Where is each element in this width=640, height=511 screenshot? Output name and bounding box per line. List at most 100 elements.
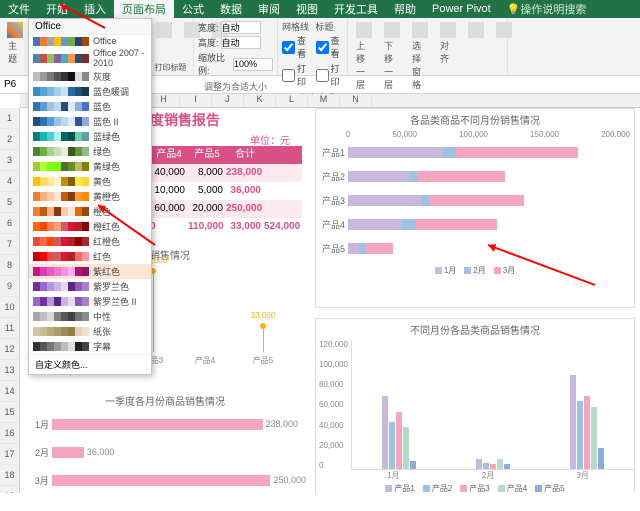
rotate-button[interactable] (492, 20, 516, 93)
color-theme-option[interactable]: 字幕 (29, 339, 151, 354)
col-header[interactable]: J (212, 94, 244, 107)
headings-label: 标题 (316, 20, 344, 33)
align-button[interactable]: 对齐 (436, 20, 460, 93)
row-header[interactable]: 16 (0, 423, 20, 444)
col-header[interactable]: M (308, 94, 340, 107)
row-header[interactable]: 15 (0, 402, 20, 423)
bar: 3月250,000 (24, 471, 306, 489)
col-header[interactable]: H (148, 94, 180, 107)
color-theme-option[interactable]: 紫罗兰色 II (29, 294, 151, 309)
lollipop-point: 33,000产品5 (260, 323, 266, 352)
color-theme-option[interactable]: 黄色 (29, 174, 151, 189)
col-header[interactable]: I (180, 94, 212, 107)
row-header[interactable]: 7 (0, 234, 20, 255)
tab-home[interactable]: 开始 (38, 0, 76, 18)
row-header[interactable]: 14 (0, 381, 20, 402)
chart-stacked-bar[interactable]: 各品类商品不同月份销售情况 050,000100,000150,000200,0… (315, 108, 635, 308)
send-backward-button[interactable]: 下移一层 (380, 20, 404, 93)
gridlines-view-check[interactable] (282, 41, 295, 54)
color-theme-option[interactable]: 纸张 (29, 324, 151, 339)
table-row: 0110,00033,000524,000 (150, 218, 302, 236)
gridlines-label: 网格线 (282, 20, 310, 33)
scale-input[interactable] (233, 58, 273, 71)
row-header[interactable]: 2 (0, 129, 20, 150)
gridlines-print-check[interactable] (282, 69, 295, 82)
color-theme-option[interactable]: 蓝色暖调 (29, 84, 151, 99)
tab-insert[interactable]: 插入 (76, 0, 114, 18)
tab-page-layout[interactable]: 页面布局 (114, 0, 174, 18)
color-theme-option[interactable]: 绿色 (29, 144, 151, 159)
th-product4: 产品4 (150, 146, 188, 164)
color-theme-option[interactable]: 黄橙色 (29, 189, 151, 204)
row-header[interactable]: 13 (0, 360, 20, 381)
width-input[interactable] (221, 21, 261, 34)
chart-monthly-bar[interactable]: 一季度各月份商品销售情况 1月238,0002月36,0003月250,000 (20, 390, 310, 493)
table-row: 10,0005,00036,000 (150, 182, 302, 200)
custom-colors-button[interactable]: 自定义颜色... (29, 354, 151, 374)
color-theme-option[interactable]: 红色 (29, 249, 151, 264)
row-header[interactable]: 8 (0, 255, 20, 276)
color-theme-option[interactable]: 橙色 (29, 204, 151, 219)
bring-forward-button[interactable]: 上移一层 (352, 20, 376, 93)
breaks-icon (156, 22, 172, 38)
row-header[interactable]: 12 (0, 339, 20, 360)
row-header[interactable]: 9 (0, 276, 20, 297)
bring-forward-icon (356, 22, 372, 38)
row-header[interactable]: 1 (0, 108, 20, 129)
selection-pane-button[interactable]: 选择窗格 (408, 20, 432, 93)
col-header[interactable]: N (340, 94, 372, 107)
row-header[interactable]: 18 (0, 465, 20, 486)
bar: 产品3 (320, 191, 628, 209)
row-header[interactable]: 5 (0, 192, 20, 213)
height-input[interactable] (221, 36, 261, 49)
headings-view-check[interactable] (316, 41, 329, 54)
rotate-icon (496, 22, 512, 38)
table-row: 40,0008,000238,000 (150, 164, 302, 182)
color-theme-option[interactable]: 蓝绿色 (29, 129, 151, 144)
group-icon (468, 22, 484, 38)
tab-review[interactable]: 审阅 (250, 0, 288, 18)
tab-data[interactable]: 数据 (212, 0, 250, 18)
tab-developer[interactable]: 开发工具 (326, 0, 386, 18)
color-theme-option[interactable]: Office 2007 - 2010 (29, 47, 151, 69)
row-header[interactable]: 4 (0, 171, 20, 192)
tab-formulas[interactable]: 公式 (174, 0, 212, 18)
tell-me[interactable]: 💡 操作说明搜索 (499, 0, 595, 18)
row-header[interactable]: 11 (0, 318, 20, 339)
breaks-button[interactable] (152, 20, 176, 41)
align-icon (440, 22, 456, 38)
tab-powerpivot[interactable]: Power Pivot (424, 0, 499, 18)
tab-view[interactable]: 视图 (288, 0, 326, 18)
chart-grouped-bar[interactable]: 不同月份各品类商品销售情况 020,00040,00060,00080,0001… (315, 318, 635, 493)
group-button[interactable] (464, 20, 488, 93)
color-theme-option[interactable]: 紫罗兰色 (29, 279, 151, 294)
color-theme-option[interactable]: Office (29, 35, 151, 47)
report-unit: 单位：元 (250, 132, 290, 147)
color-theme-option[interactable]: 蓝色 (29, 99, 151, 114)
bar: 产品1 (320, 143, 628, 161)
tab-help[interactable]: 帮助 (386, 0, 424, 18)
row-header[interactable]: 3 (0, 150, 20, 171)
color-theme-option[interactable]: 黄绿色 (29, 159, 151, 174)
tab-file[interactable]: 文件 (0, 0, 38, 18)
color-theme-option[interactable]: 灰度 (29, 69, 151, 84)
color-theme-option[interactable]: 蓝色 II (29, 114, 151, 129)
width-label: 宽度: (198, 21, 219, 34)
bar: 产品2 (320, 167, 628, 185)
chart-title: 各品类商品不同月份销售情况 (316, 109, 634, 130)
col-header[interactable]: K (244, 94, 276, 107)
row-header[interactable]: 19 (0, 486, 20, 493)
headings-print-check[interactable] (316, 69, 329, 82)
color-theme-dropdown[interactable]: Office OfficeOffice 2007 - 2010灰度蓝色暖调蓝色蓝… (28, 18, 152, 375)
themes-button[interactable]: 主题 (4, 20, 25, 67)
color-theme-option[interactable]: 中性 (29, 309, 151, 324)
color-theme-option[interactable]: 橙红色 (29, 219, 151, 234)
col-header[interactable]: L (276, 94, 308, 107)
row-header[interactable]: 17 (0, 444, 20, 465)
bar: 2月36,000 (24, 443, 306, 461)
row-header[interactable]: 10 (0, 297, 20, 318)
row-header[interactable]: 6 (0, 213, 20, 234)
color-theme-option[interactable]: 紫红色 (29, 264, 151, 279)
color-theme-option[interactable]: 红橙色 (29, 234, 151, 249)
height-label: 高度: (198, 36, 219, 49)
